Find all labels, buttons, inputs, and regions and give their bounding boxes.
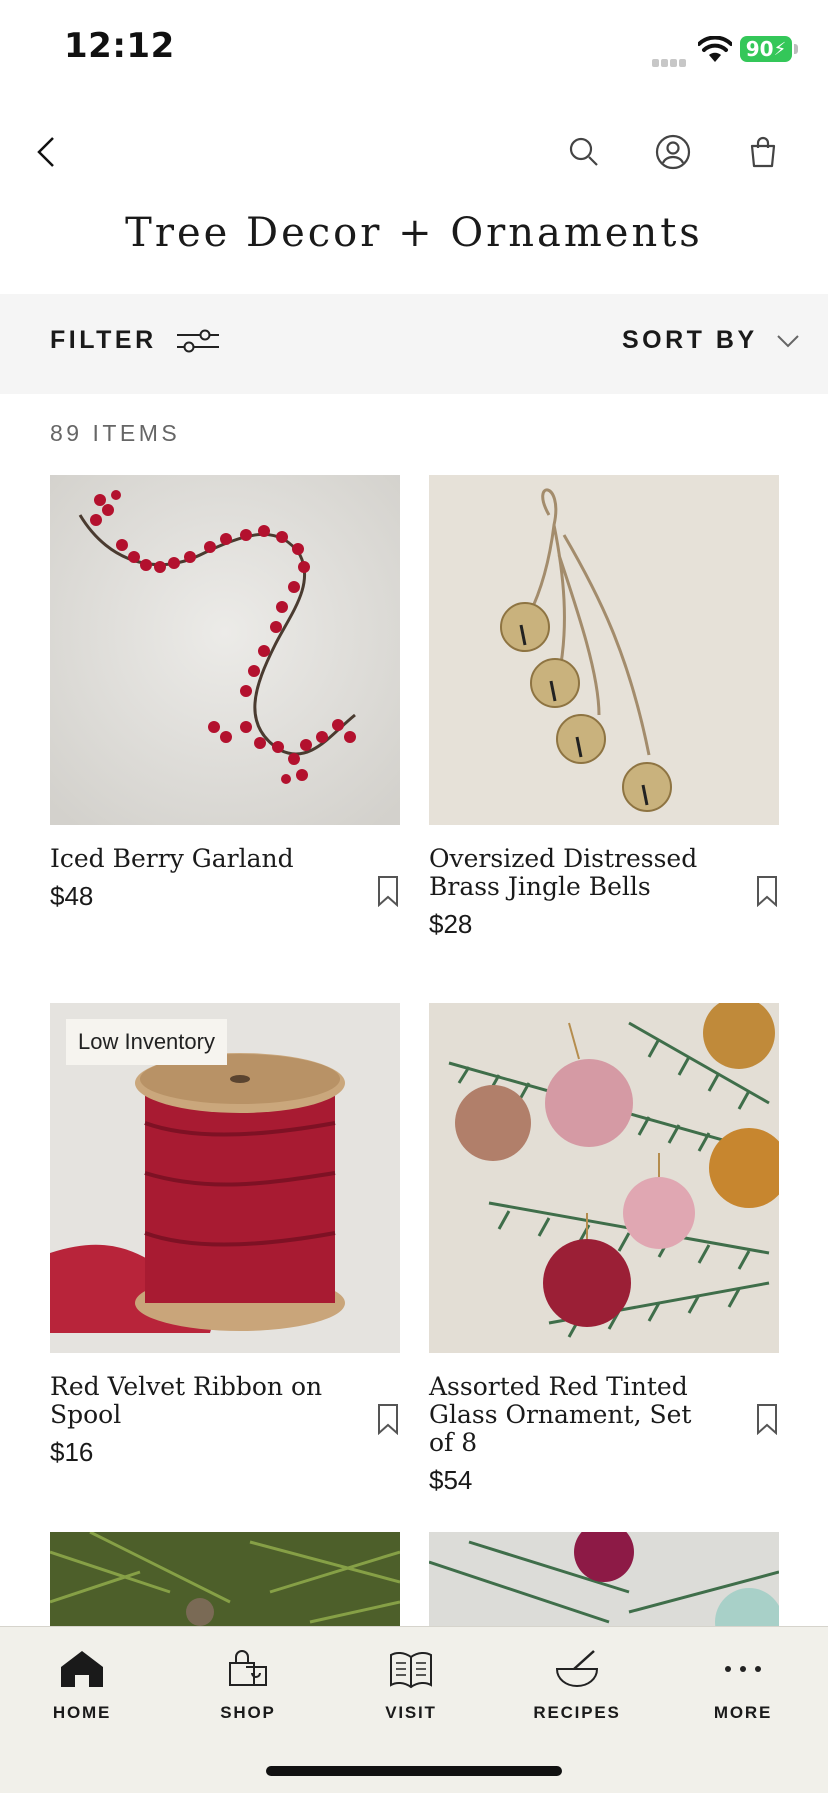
back-button[interactable] (26, 132, 66, 172)
product-card[interactable]: Oversized Distressed Brass Jingle Bells … (429, 475, 779, 940)
shopping-bag-icon (224, 1645, 272, 1693)
home-icon (58, 1645, 106, 1693)
product-image-velvet-ribbon[interactable]: Low Inventory (50, 1003, 400, 1353)
bookmark-icon[interactable] (755, 1403, 779, 1435)
nav-home[interactable]: HOME (22, 1645, 142, 1723)
product-image-ornament-partial[interactable] (429, 1532, 779, 1628)
account-button[interactable] (653, 132, 693, 172)
battery-tip (794, 44, 798, 54)
product-name[interactable]: Oversized Distressed Brass Jingle Bells (429, 845, 719, 901)
bookmark-icon[interactable] (755, 875, 779, 907)
product-name[interactable]: Iced Berry Garland (50, 845, 340, 873)
chevron-left-icon (37, 137, 54, 167)
mortar-icon (553, 1645, 601, 1693)
product-image-glass-ornaments[interactable] (429, 1003, 779, 1353)
product-price: $54 (429, 1465, 473, 1495)
product-image-tree-partial[interactable] (50, 1532, 400, 1628)
product-image-berry-garland[interactable] (50, 475, 400, 825)
chevron-down-icon (776, 334, 799, 347)
product-name[interactable]: Assorted Red Tinted Glass Ornament, Set … (429, 1373, 719, 1457)
page-title: Tree Decor + Ornaments (125, 210, 703, 256)
map-book-icon (387, 1645, 435, 1693)
cart-button[interactable] (743, 132, 783, 172)
item-count: 89 ITEMS (50, 420, 181, 446)
battery-level: 90 (745, 37, 774, 61)
more-icon (719, 1645, 767, 1693)
product-card[interactable]: Iced Berry Garland $48 (50, 475, 400, 912)
product-card[interactable]: Assorted Red Tinted Glass Ornament, Set … (429, 1003, 779, 1496)
nav-label: SHOP (220, 1703, 276, 1722)
filter-button[interactable]: FILTER (50, 326, 221, 355)
wifi-icon (698, 36, 732, 62)
charging-bolt-icon: ⚡ (773, 38, 787, 60)
bookmark-icon[interactable] (376, 875, 400, 907)
nav-label: RECIPES (533, 1703, 621, 1722)
low-inventory-badge: Low Inventory (66, 1019, 227, 1065)
nav-shop[interactable]: SHOP (188, 1645, 308, 1723)
search-icon (569, 137, 598, 166)
battery-indicator: 90 ⚡ (740, 36, 792, 62)
bookmark-icon[interactable] (376, 1403, 400, 1435)
product-price: $16 (50, 1437, 94, 1467)
shopping-bag-icon (750, 136, 776, 168)
nav-more[interactable]: MORE (683, 1645, 803, 1723)
product-price: $28 (429, 909, 473, 939)
status-time: 12:12 (64, 26, 175, 66)
product-card[interactable]: Low Inventory Red Velvet Ribbon on Spool… (50, 1003, 400, 1468)
user-icon (655, 134, 691, 170)
nav-label: HOME (52, 1703, 112, 1722)
nav-label: MORE (713, 1703, 773, 1722)
sort-button[interactable]: SORT BY (622, 326, 800, 355)
product-image-jingle-bells[interactable] (429, 475, 779, 825)
filter-label: FILTER (50, 326, 157, 354)
cellular-signal-icon (652, 54, 692, 67)
nav-recipes[interactable]: RECIPES (517, 1645, 637, 1723)
product-name[interactable]: Red Velvet Ribbon on Spool (50, 1373, 340, 1429)
nav-visit[interactable]: VISIT (351, 1645, 471, 1723)
search-button[interactable] (564, 132, 604, 172)
sliders-icon (176, 329, 219, 352)
home-indicator (266, 1766, 562, 1776)
nav-label: VISIT (385, 1703, 437, 1722)
sort-label: SORT BY (622, 326, 758, 354)
product-price: $48 (50, 881, 94, 911)
